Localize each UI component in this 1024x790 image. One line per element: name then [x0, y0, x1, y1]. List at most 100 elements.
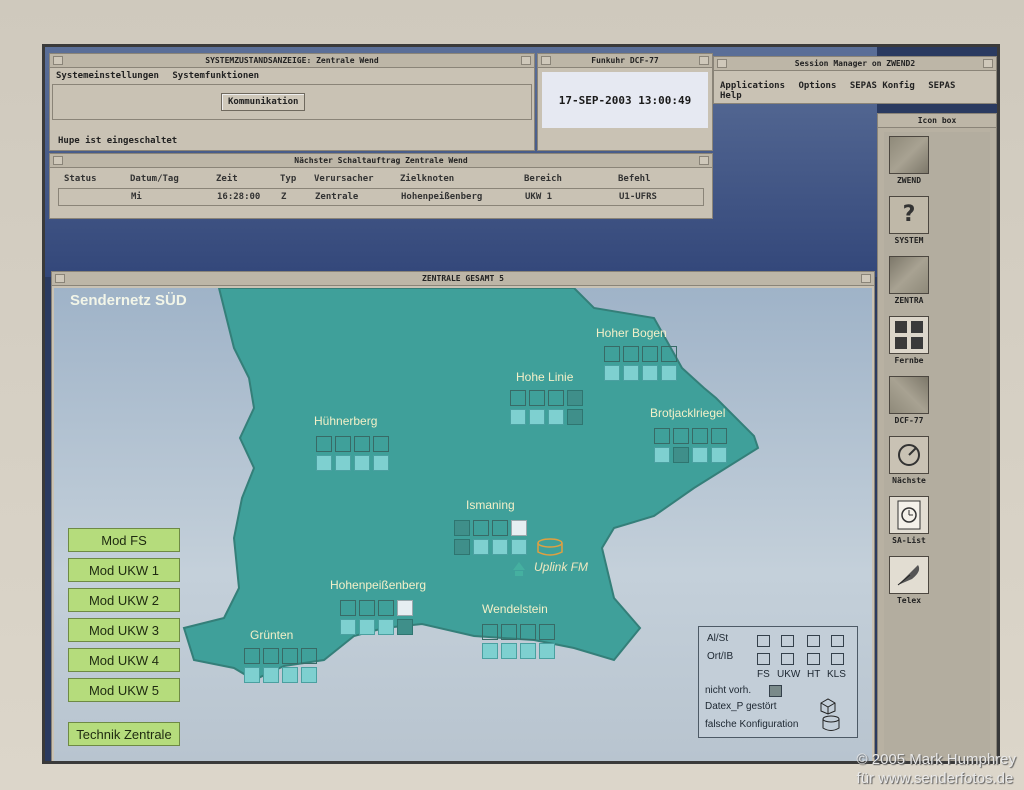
- legend-col-fs: FS: [757, 669, 770, 680]
- iconbox-item-telex[interactable]: Telex: [886, 556, 932, 612]
- status-cell: [301, 667, 317, 683]
- menu-options[interactable]: Options: [798, 81, 836, 91]
- site-grid-hohenpeissenberg[interactable]: [340, 600, 413, 635]
- maximize-button[interactable]: [521, 56, 531, 65]
- mod-ukw4-button[interactable]: Mod UKW 4: [68, 648, 180, 672]
- site-grid-ismaning[interactable]: [454, 520, 527, 555]
- iconbox-item-zentra[interactable]: ZENTRA: [886, 256, 932, 312]
- cell-befehl: U1-UFRS: [619, 192, 657, 202]
- uplink-database-icon[interactable]: [536, 538, 566, 558]
- status-cell: [661, 365, 677, 381]
- window-menu-button[interactable]: [53, 56, 63, 65]
- status-cell: [511, 520, 527, 536]
- mod-ukw5-button[interactable]: Mod UKW 5: [68, 678, 180, 702]
- iconbox-item-naechste[interactable]: Nächste: [886, 436, 932, 492]
- iconbox-titlebar[interactable]: Icon box: [878, 114, 996, 128]
- iconbox-item-zwend[interactable]: ZWEND: [886, 136, 932, 192]
- window-menu-button[interactable]: [53, 156, 63, 165]
- system-status-title: SYSTEMZUSTANDSANZEIGE: Zentrale Wend: [205, 56, 379, 65]
- mod-ukw1-button[interactable]: Mod UKW 1: [68, 558, 180, 582]
- maximize-button[interactable]: [699, 156, 709, 165]
- iconbox-label: ZENTRA: [894, 296, 924, 305]
- status-legend: Al/St Ort/IB FS UKW HT KLS nicht vorh. D…: [698, 626, 858, 738]
- status-cell: [354, 436, 370, 452]
- database-icon: [822, 715, 840, 731]
- site-grid-wendelstein[interactable]: [482, 624, 555, 659]
- copyright-line2: für www.senderfotos.de: [856, 770, 1014, 787]
- status-cell: [673, 447, 689, 463]
- legend-square: [757, 653, 770, 665]
- schedule-title: Nächster Schaltauftrag Zentrale Wend: [294, 156, 468, 165]
- status-cell: [335, 436, 351, 452]
- legend-col-ukw: UKW: [777, 669, 801, 680]
- iconbox-title: Icon box: [917, 116, 957, 125]
- col-status: Status: [64, 174, 97, 184]
- session-title: Session Manager on ZWEND2: [794, 59, 916, 68]
- legend-square: [807, 653, 820, 665]
- menu-help[interactable]: Help: [720, 91, 742, 101]
- grid-windows-icon: [889, 316, 929, 354]
- status-cell: [263, 667, 279, 683]
- site-label-hoher-bogen: Hoher Bogen: [596, 326, 667, 340]
- clock-display: 17-SEP-2003 13:00:49: [542, 72, 708, 128]
- menu-applications[interactable]: Applications: [720, 81, 785, 91]
- status-cell: [529, 409, 545, 425]
- menu-systemfunktionen[interactable]: Systemfunktionen: [172, 71, 259, 81]
- mod-ukw3-button[interactable]: Mod UKW 3: [68, 618, 180, 642]
- legend-square: [781, 635, 794, 647]
- status-cell: [604, 346, 620, 362]
- map-window: ZENTRALE GESAMT 5 Sendernetz SÜD Hoher B…: [51, 271, 875, 761]
- mod-fs-button[interactable]: Mod FS: [68, 528, 180, 552]
- iconbox-label: SYSTEM: [894, 236, 924, 245]
- menu-sepas[interactable]: SEPAS: [928, 81, 955, 91]
- status-cell: [548, 409, 564, 425]
- status-cell: [623, 346, 639, 362]
- cube-icon: [820, 698, 836, 715]
- status-cell: [510, 390, 526, 406]
- status-cell: [520, 643, 536, 659]
- map-thumbnail-icon: [889, 376, 929, 414]
- legend-col-ht: HT: [807, 669, 821, 680]
- map-titlebar[interactable]: ZENTRALE GESAMT 5: [52, 272, 874, 286]
- iconbox-item-dcf77[interactable]: DCF-77: [886, 376, 932, 432]
- iconbox-label: DCF-77: [894, 416, 924, 425]
- status-cell: [378, 600, 394, 616]
- iconbox-item-fernbe[interactable]: Fernbe: [886, 316, 932, 372]
- col-bereich: Bereich: [524, 174, 562, 184]
- iconbox-item-system[interactable]: ? SYSTEM: [886, 196, 932, 252]
- maximize-button[interactable]: [861, 274, 871, 283]
- window-menu-button[interactable]: [717, 59, 727, 68]
- maximize-button[interactable]: [983, 59, 993, 68]
- site-label-brotjacklriegel: Brotjacklriegel: [650, 406, 726, 420]
- col-zielknoten: Zielknoten: [400, 174, 455, 184]
- site-grid-huehnerberg[interactable]: [316, 436, 389, 471]
- cell-bereich: UKW 1: [525, 192, 553, 202]
- window-menu-button[interactable]: [541, 56, 551, 65]
- site-grid-hoher-bogen[interactable]: [604, 346, 677, 381]
- col-typ: Typ: [280, 174, 297, 184]
- legend-square: [831, 653, 844, 665]
- mod-ukw2-button[interactable]: Mod UKW 2: [68, 588, 180, 612]
- menu-systemeinstellungen[interactable]: Systemeinstellungen: [56, 71, 159, 81]
- schedule-titlebar[interactable]: Nächster Schaltauftrag Zentrale Wend: [50, 154, 712, 168]
- window-menu-button[interactable]: [55, 274, 65, 283]
- copyright-watermark: © 2005 Mark Humphrey für www.senderfotos…: [857, 750, 1016, 788]
- menu-sepas-konfig[interactable]: SEPAS Konfig: [850, 81, 915, 91]
- site-grid-brotjacklriegel[interactable]: [654, 428, 727, 463]
- maximize-button[interactable]: [699, 56, 709, 65]
- system-status-titlebar[interactable]: SYSTEMZUSTANDSANZEIGE: Zentrale Wend: [50, 54, 534, 68]
- site-label-huehnerberg: Hühnerberg: [314, 414, 378, 428]
- legend-col-kls: KLS: [827, 669, 846, 680]
- iconbox-item-salist[interactable]: SA-List: [886, 496, 932, 552]
- table-row[interactable]: Mi 16:28:00 Z Zentrale Hohenpeißenberg U…: [58, 188, 704, 206]
- site-grid-gruenten[interactable]: [244, 648, 317, 683]
- session-titlebar[interactable]: Session Manager on ZWEND2: [714, 57, 996, 71]
- kommunikation-button[interactable]: Kommunikation: [221, 93, 306, 111]
- technik-zentrale-button[interactable]: Technik Zentrale: [68, 722, 180, 746]
- switch-icon: [889, 436, 929, 474]
- clock-titlebar[interactable]: Funkuhr DCF-77: [538, 54, 712, 68]
- site-grid-hohe-linie[interactable]: [510, 390, 583, 425]
- status-cell: [359, 619, 375, 635]
- status-cell: [529, 390, 545, 406]
- status-cell: [567, 409, 583, 425]
